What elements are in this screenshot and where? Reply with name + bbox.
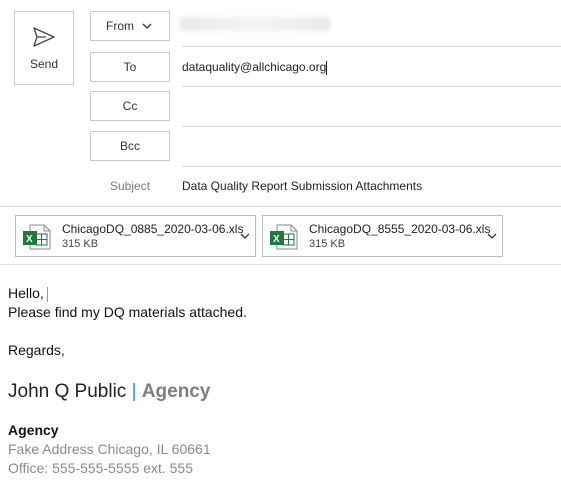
signature-office: Office: 555-555-5555 ext. 555 <box>8 460 193 476</box>
signature-name: John Q Public <box>8 381 127 402</box>
excel-file-icon: X <box>270 224 298 250</box>
to-value: dataquality@allchicago.org <box>182 60 327 74</box>
send-button[interactable]: Send <box>14 11 74 85</box>
from-address-redacted <box>180 17 330 31</box>
text-cursor <box>46 286 48 302</box>
subject-label: Subject <box>110 179 151 193</box>
cc-input[interactable] <box>182 91 561 125</box>
send-icon <box>33 27 55 47</box>
to-input[interactable]: dataquality@allchicago.org <box>182 60 328 75</box>
bcc-input[interactable] <box>182 131 561 165</box>
subject-input[interactable]: Data Quality Report Submission Attachmen… <box>182 179 422 193</box>
attachment-card[interactable]: X ChicagoDQ_0885_2020-03-06.xls 315 KB <box>15 215 256 257</box>
from-label: From <box>106 19 134 33</box>
attachment-name: ChicagoDQ_8555_2020-03-06.xls <box>309 222 491 236</box>
bcc-button[interactable]: Bcc <box>90 131 170 161</box>
header-divider <box>0 206 561 207</box>
chevron-down-icon[interactable] <box>485 229 499 243</box>
to-button[interactable]: To <box>90 52 170 82</box>
from-button[interactable]: From <box>90 11 170 41</box>
send-label: Send <box>29 57 59 71</box>
chevron-down-icon <box>142 23 152 29</box>
signature-title: John Q Public | Agency <box>8 381 210 403</box>
cc-underline <box>182 126 561 127</box>
signature-separator: | <box>131 381 137 402</box>
cc-button[interactable]: Cc <box>90 91 170 121</box>
excel-file-icon: X <box>23 224 51 250</box>
bcc-underline <box>182 166 561 167</box>
bcc-label: Bcc <box>119 139 140 153</box>
to-label: To <box>123 60 137 74</box>
greeting-line: Hello, <box>8 285 48 302</box>
from-underline <box>182 46 561 47</box>
text-cursor <box>326 60 328 75</box>
body-line: Please find my DQ materials attached. <box>8 304 247 320</box>
signature-address: Fake Address Chicago, IL 60661 <box>8 441 211 457</box>
svg-text:X: X <box>273 234 280 245</box>
attachment-card[interactable]: X ChicagoDQ_8555_2020-03-06.xls 315 KB <box>262 215 503 257</box>
closing-line: Regards, <box>8 342 65 358</box>
attachment-name: ChicagoDQ_0885_2020-03-06.xls <box>62 222 244 236</box>
attachment-size: 315 KB <box>62 238 99 250</box>
attachments-divider <box>0 264 561 265</box>
to-underline <box>182 86 561 87</box>
chevron-down-icon[interactable] <box>238 229 252 243</box>
cc-label: Cc <box>122 99 138 113</box>
svg-text:X: X <box>26 234 33 245</box>
attachment-size: 315 KB <box>309 238 346 250</box>
signature-agency-inline: Agency <box>141 381 211 402</box>
signature-agency: Agency <box>8 422 59 438</box>
